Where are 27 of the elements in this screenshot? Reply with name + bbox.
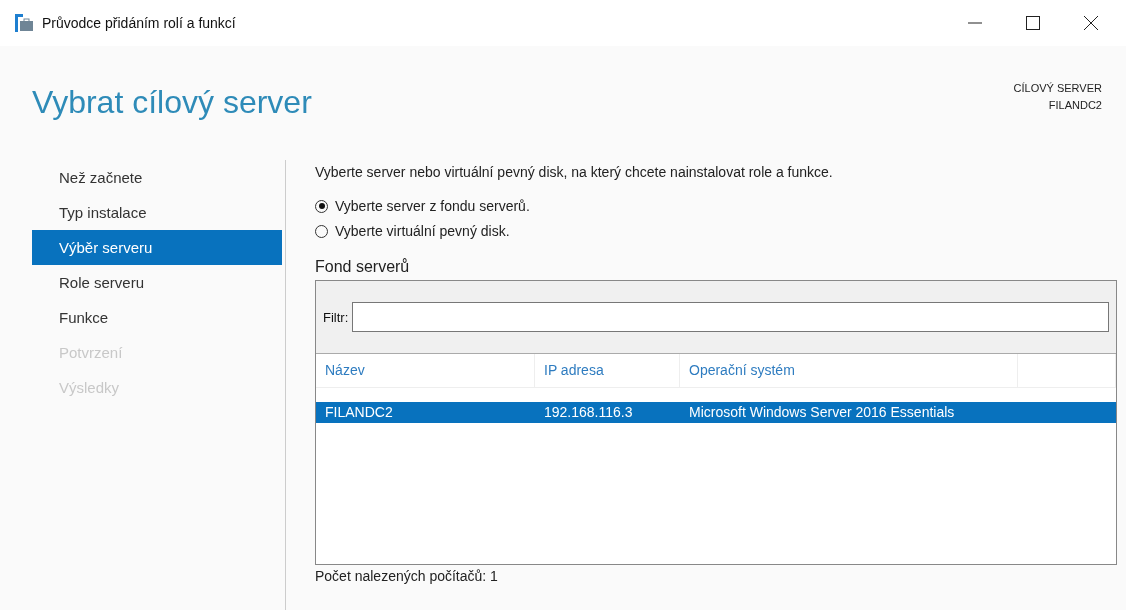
target-server-label: CÍLOVÝ SERVER: [1013, 81, 1102, 96]
wizard-step[interactable]: Role serveru: [32, 265, 282, 300]
column-header[interactable]: Název: [316, 354, 535, 387]
minimize-icon: [968, 22, 982, 24]
column-header[interactable]: Operační systém: [680, 354, 1018, 387]
column-header[interactable]: IP adresa: [535, 354, 680, 387]
table-cell-text: Microsoft Windows Server 2016 Essentials: [688, 403, 956, 422]
wizard-icon: [14, 14, 34, 32]
table-cell-text: FILANDC2: [324, 403, 394, 422]
instruction-text: Vyberte server nebo virtuální pevný disk, na který chcete nainstalovat role a funkce.: [315, 164, 834, 180]
wizard-step[interactable]: Výběr serveru: [32, 230, 282, 265]
filter-label: Filtr:: [323, 309, 349, 325]
filter-field[interactable]: [352, 302, 1109, 332]
result-count: Počet nalezených počítačů: 1: [315, 568, 499, 584]
window-title: Průvodce přidáním rolí a funkcí: [42, 15, 237, 31]
wizard-step[interactable]: Než začnete: [32, 160, 282, 195]
radio-label: Vyberte virtuální pevný disk.: [335, 223, 510, 239]
radio-label: Vyberte server z fondu serverů.: [335, 198, 530, 214]
target-server-name: FILANDC2: [1047, 98, 1102, 113]
table-cell-text: 192.168.116.3: [543, 403, 634, 422]
section-title: Fond serverů: [315, 258, 411, 276]
wizard-step[interactable]: Typ instalace: [32, 195, 282, 230]
page-heading: Vybrat cílový server: [32, 84, 312, 122]
wizard-step[interactable]: Funkce: [32, 300, 282, 335]
close-icon: [1084, 16, 1098, 30]
maximize-icon: [1026, 16, 1040, 30]
server-row[interactable]: FILANDC2 192.168.116.3 Microsoft Windows Server 2016 Essentials: [316, 402, 1116, 423]
